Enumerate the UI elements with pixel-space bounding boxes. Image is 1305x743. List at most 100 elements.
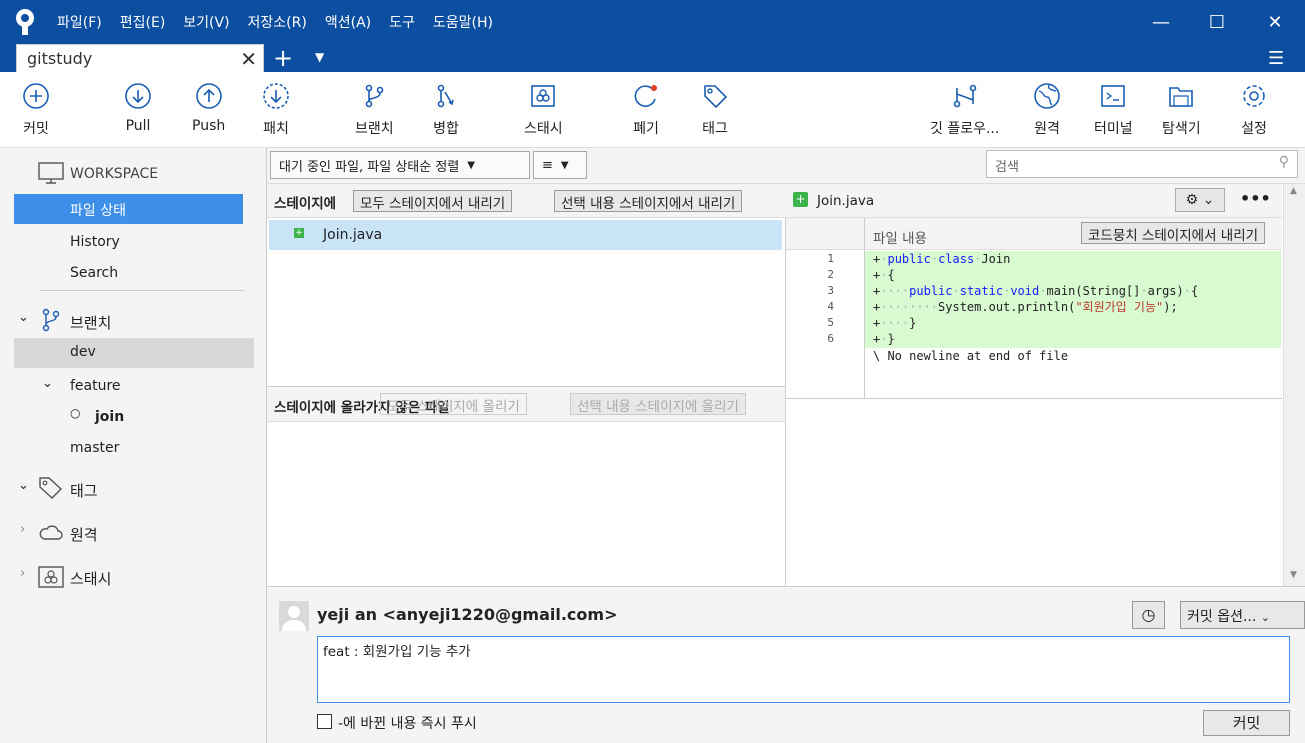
- branches-chevron-down-icon[interactable]: ⌄: [18, 310, 29, 325]
- branch-icon: [366, 84, 384, 108]
- remotes-chevron-right-icon[interactable]: ›: [20, 522, 25, 537]
- discard-icon: [634, 85, 657, 107]
- stashes-chevron-right-icon[interactable]: ›: [20, 566, 25, 581]
- menu-edit[interactable]: 편집(E): [120, 12, 166, 32]
- gitflow-icon: [953, 84, 976, 108]
- unstage-selected-button[interactable]: 선택 내용 스테이지에서 내리기: [554, 190, 743, 212]
- branch-button[interactable]: 브랜치: [355, 82, 394, 138]
- unstage-hunk-button[interactable]: 코드뭉치 스테이지에서 내리기: [1081, 222, 1266, 244]
- fetch-icon: [263, 83, 289, 109]
- terminal-icon: [1101, 85, 1126, 107]
- more-options-icon[interactable]: •••: [1240, 189, 1271, 208]
- scroll-down-icon[interactable]: ▼: [1290, 570, 1297, 580]
- view-mode-dropdown[interactable]: ≡ ▼: [533, 151, 587, 179]
- settings-button[interactable]: 설정: [1240, 82, 1268, 138]
- branch-label: 브랜치: [355, 121, 394, 137]
- avatar: [279, 601, 309, 631]
- sidebar-item-branch-join[interactable]: join: [95, 409, 124, 425]
- menu-repository[interactable]: 저장소(R): [248, 12, 307, 32]
- stash-button[interactable]: 스태시: [524, 82, 563, 138]
- diff-line: +·}: [865, 331, 1281, 348]
- push-immediately-label: -에 바뀐 내용 즉시 푸시: [338, 716, 477, 732]
- feature-chevron-down-icon[interactable]: ⌄: [42, 376, 53, 391]
- hunk-label: 파일 내용: [873, 231, 927, 247]
- remote-label: 원격: [1034, 121, 1060, 137]
- sort-dropdown-label: 대기 중인 파일, 파일 상태순 정렬: [279, 159, 460, 175]
- commit-submit-button[interactable]: 커밋: [1203, 710, 1290, 736]
- scroll-up-icon[interactable]: ▲: [1290, 186, 1297, 196]
- sidebar-item-search[interactable]: Search: [70, 265, 118, 281]
- clock-icon[interactable]: ◷: [1132, 601, 1165, 629]
- tag-label: 태그: [702, 121, 728, 137]
- gitflow-button[interactable]: 깃 플로우...: [930, 82, 999, 138]
- staged-file-name: Join.java: [323, 227, 383, 243]
- stage-all-button[interactable]: 모두 스테이지에 올리기: [380, 393, 527, 415]
- maximize-icon[interactable]: ☐: [1204, 10, 1230, 34]
- chevron-down-icon[interactable]: ▼: [315, 50, 324, 64]
- search-input[interactable]: 검색 ⚲: [986, 150, 1298, 178]
- close-window-icon[interactable]: ✕: [1262, 10, 1288, 34]
- tag-icon: [704, 85, 728, 109]
- diff-scrollbar[interactable]: ▲ ▼: [1283, 184, 1305, 586]
- menu-view[interactable]: 보기(V): [183, 12, 229, 32]
- tag-button[interactable]: 태그: [701, 82, 729, 138]
- stage-selected-button[interactable]: 선택 내용 스테이지에 올리기: [570, 393, 746, 415]
- menu-file[interactable]: 파일(F): [57, 12, 102, 32]
- line-number: 4: [827, 300, 834, 313]
- staged-file-row[interactable]: + Join.java: [269, 220, 782, 250]
- terminal-button[interactable]: 터미널: [1094, 82, 1133, 138]
- pull-button[interactable]: Pull: [124, 82, 152, 134]
- commit-author: yeji an <anyeji1220@gmail.com>: [317, 605, 618, 624]
- workspace-heading: WORKSPACE: [70, 166, 159, 182]
- tags-chevron-down-icon[interactable]: ⌄: [18, 478, 29, 493]
- commit-button[interactable]: 커밋: [22, 82, 50, 138]
- fetch-label: 패치: [263, 121, 289, 137]
- explorer-button[interactable]: 탐색기: [1162, 82, 1201, 138]
- search-icon: ⚲: [1278, 154, 1289, 170]
- merge-button[interactable]: 병합: [432, 82, 460, 138]
- arrow-up-circle-icon: [195, 83, 222, 109]
- remote-button[interactable]: 원격: [1033, 82, 1061, 138]
- chevron-down-icon: ▼: [560, 159, 569, 171]
- line-number: 2: [827, 268, 834, 281]
- sidebar-remotes-heading[interactable]: 원격: [70, 524, 98, 545]
- discard-button[interactable]: 폐기: [632, 82, 660, 138]
- diff-options-gear-icon[interactable]: ⚙ ⌄: [1175, 188, 1225, 212]
- sidebar-item-branch-dev[interactable]: dev: [14, 338, 254, 368]
- diff-line: +········System.out.println("회원가입 기능");: [865, 299, 1281, 315]
- unstage-all-button[interactable]: 모두 스테이지에서 내리기: [353, 190, 513, 212]
- sidebar-item-file-status[interactable]: 파일 상태: [14, 194, 243, 224]
- commit-message-input[interactable]: feat : 회원가입 기능 추가: [317, 636, 1290, 703]
- minimize-icon[interactable]: —: [1148, 10, 1174, 34]
- settings-label: 설정: [1241, 121, 1267, 137]
- commit-options-dropdown[interactable]: 커밋 옵션... ⌄: [1180, 601, 1305, 629]
- toolbar: 커밋 Pull Push 패치 브랜치 병합 스태시 폐기 태그 깃 플로우..…: [0, 72, 1305, 148]
- fetch-button[interactable]: 패치: [262, 82, 290, 138]
- menu-help[interactable]: 도움말(H): [433, 12, 493, 32]
- push-button[interactable]: Push: [192, 82, 225, 134]
- gitflow-label: 깃 플로우...: [930, 121, 1000, 137]
- stash-icon: [38, 566, 64, 588]
- folder-icon: [1169, 87, 1194, 107]
- sidebar-tags-heading[interactable]: 태그: [70, 480, 98, 501]
- hunk-header: 파일 내용 코드뭉치 스테이지에서 내리기: [786, 218, 1282, 250]
- menu-actions[interactable]: 액션(A): [325, 12, 371, 32]
- sidebar-branches-heading[interactable]: 브랜치: [70, 312, 111, 333]
- stash-label: 스태시: [524, 121, 563, 137]
- chevron-down-icon: ▼: [467, 159, 475, 171]
- push-label: Push: [192, 118, 226, 134]
- sidebar-item-branch-feature[interactable]: feature: [70, 378, 121, 394]
- commit-message-text: feat : 회원가입 기능 추가: [323, 644, 471, 660]
- hamburger-menu-icon[interactable]: ☰: [1268, 48, 1284, 69]
- tab-repository[interactable]: gitstudy ✕: [16, 44, 264, 72]
- diff-line: +·public·class·Join: [865, 251, 1281, 267]
- sidebar-item-branch-master[interactable]: master: [70, 440, 119, 456]
- sort-dropdown[interactable]: 대기 중인 파일, 파일 상태순 정렬 ▼: [270, 151, 530, 179]
- sidebar-item-history[interactable]: History: [70, 234, 120, 250]
- menu-tools[interactable]: 도구: [389, 12, 415, 32]
- push-immediately-checkbox[interactable]: [317, 714, 332, 729]
- new-tab-icon[interactable]: +: [273, 44, 293, 72]
- staged-list-empty: [267, 250, 785, 386]
- close-tab-icon[interactable]: ✕: [240, 47, 257, 71]
- sidebar-stashes-heading[interactable]: 스태시: [70, 568, 111, 589]
